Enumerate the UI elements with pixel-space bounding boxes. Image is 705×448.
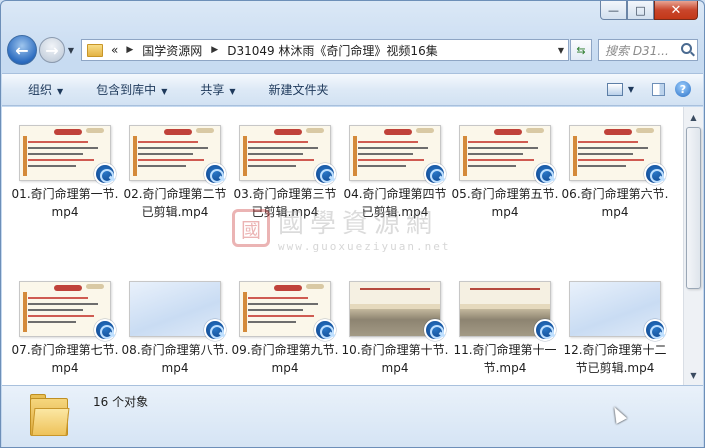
back-arrow-icon: ← <box>15 40 29 60</box>
minimize-button[interactable]: — <box>600 1 627 20</box>
explorer-window: — □ ✕ ← → ▼ « ▶ 国学资源网 ▶ D31049 林沐雨《奇门命理》… <box>0 0 705 448</box>
media-player-icon <box>314 163 336 185</box>
file-name: 05.奇门命理第五节.mp4 <box>451 187 559 219</box>
file-item[interactable]: 10.奇门命理第十节.mp4 <box>340 277 450 385</box>
search-placeholder: 搜索 D31... <box>605 43 669 58</box>
minimize-icon: — <box>608 3 619 17</box>
folder-icon <box>30 394 70 438</box>
scroll-down-button[interactable]: ▼ <box>686 367 701 383</box>
file-item[interactable]: 01.奇门命理第一节.mp4 <box>10 121 120 277</box>
forward-button[interactable]: → <box>39 37 65 63</box>
new-folder-button[interactable]: 新建文件夹 <box>269 81 329 98</box>
search-icon[interactable] <box>681 43 692 54</box>
change-view-icon[interactable] <box>606 82 623 96</box>
item-count: 16 个对象 <box>93 395 149 409</box>
vertical-scrollbar[interactable]: ▲ ▼ <box>683 107 703 385</box>
file-item[interactable]: 09.奇门命理第九节.mp4 <box>230 277 340 385</box>
chevron-down-icon: ▼ <box>229 87 236 96</box>
file-list-area: 01.奇门命理第一节.mp4 02.奇门命理第二节已剪辑.mp4 03.奇门命理第三… <box>2 107 683 385</box>
scroll-thumb[interactable] <box>686 127 701 289</box>
view-controls: ▼ ? <box>606 81 691 97</box>
media-player-icon <box>204 163 226 185</box>
file-item[interactable]: 06.奇门命理第六节.mp4 <box>560 121 670 277</box>
share-menu[interactable]: 共享 ▼ <box>200 81 235 98</box>
file-item[interactable]: 02.奇门命理第二节已剪辑.mp4 <box>120 121 230 277</box>
file-item[interactable]: 04.奇门命理第四节已剪辑.mp4 <box>340 121 450 277</box>
refresh-button[interactable]: ⇆ <box>570 39 592 61</box>
close-button[interactable]: ✕ <box>654 1 698 20</box>
media-player-icon <box>644 163 666 185</box>
address-dropdown[interactable]: ▼ <box>558 46 564 55</box>
media-player-icon <box>534 163 556 185</box>
organize-label: 组织 <box>28 83 53 97</box>
chevron-down-icon: ▼ <box>57 87 64 96</box>
include-in-library-menu[interactable]: 包含到库中 ▼ <box>96 81 167 98</box>
refresh-icon: ⇆ <box>576 43 586 57</box>
chevron-down-icon: ▼ <box>161 87 168 96</box>
breadcrumb: « ▶ 国学资源网 ▶ D31049 林沐雨《奇门命理》视频16集 <box>111 42 438 59</box>
view-options-dropdown[interactable]: ▼ <box>628 85 634 94</box>
caption-buttons: — □ ✕ <box>600 1 698 21</box>
file-item[interactable]: 07.奇门命理第七节.mp4 <box>10 277 120 385</box>
search-input[interactable]: 搜索 D31... <box>598 39 698 61</box>
file-item[interactable]: 05.奇门命理第五节.mp4 <box>450 121 560 277</box>
breadcrumb-item-guoxue[interactable]: 国学资源网 <box>142 42 202 59</box>
file-name: 09.奇门命理第九节.mp4 <box>231 343 339 375</box>
maximize-icon: □ <box>635 3 646 17</box>
file-name: 04.奇门命理第四节已剪辑.mp4 <box>343 187 447 219</box>
file-item[interactable]: 12.奇门命理第十二节已剪辑.mp4 <box>560 277 670 385</box>
media-player-icon <box>314 319 336 341</box>
media-player-icon <box>534 319 556 341</box>
file-name: 11.奇门命理第十一节.mp4 <box>453 343 557 375</box>
file-name: 01.奇门命理第一节.mp4 <box>11 187 119 219</box>
file-name: 07.奇门命理第七节.mp4 <box>11 343 119 375</box>
help-icon[interactable]: ? <box>675 81 691 97</box>
back-button[interactable]: ← <box>7 35 37 65</box>
folder-icon <box>87 43 103 57</box>
breadcrumb-overflow[interactable]: « <box>111 43 118 57</box>
breadcrumb-separator[interactable]: ▶ <box>126 45 133 55</box>
breadcrumb-item-current-folder[interactable]: D31049 林沐雨《奇门命理》视频16集 <box>227 42 438 59</box>
command-bar: 组织 ▼ 包含到库中 ▼ 共享 ▼ 新建文件夹 ▼ ? <box>2 73 703 106</box>
file-name: 12.奇门命理第十二节已剪辑.mp4 <box>563 343 667 375</box>
file-name: 08.奇门命理第八节.mp4 <box>121 343 229 375</box>
organize-menu[interactable]: 组织 ▼ <box>28 81 63 98</box>
forward-arrow-icon: → <box>45 40 59 60</box>
file-name: 10.奇门命理第十节.mp4 <box>341 343 449 375</box>
file-item[interactable]: 03.奇门命理第三节已剪辑.mp4 <box>230 121 340 277</box>
file-item[interactable]: 11.奇门命理第十一节.mp4 <box>450 277 560 385</box>
media-player-icon <box>644 319 666 341</box>
maximize-button[interactable]: □ <box>627 1 654 20</box>
close-icon: ✕ <box>670 2 682 18</box>
breadcrumb-separator[interactable]: ▶ <box>211 45 218 55</box>
file-name: 06.奇门命理第六节.mp4 <box>561 187 669 219</box>
preview-pane-icon[interactable] <box>652 82 665 96</box>
recent-pages-dropdown[interactable]: ▼ <box>65 46 77 55</box>
media-player-icon <box>204 319 226 341</box>
file-name: 03.奇门命理第三节已剪辑.mp4 <box>233 187 337 219</box>
scroll-up-button[interactable]: ▲ <box>686 109 701 125</box>
media-player-icon <box>94 319 116 341</box>
media-player-icon <box>94 163 116 185</box>
file-name: 02.奇门命理第二节已剪辑.mp4 <box>123 187 227 219</box>
media-player-icon <box>424 163 446 185</box>
details-pane: 16 个对象 <box>2 385 703 447</box>
media-player-icon <box>424 319 446 341</box>
share-label: 共享 <box>200 83 225 97</box>
include-library-label: 包含到库中 <box>96 83 157 97</box>
address-bar[interactable]: « ▶ 国学资源网 ▶ D31049 林沐雨《奇门命理》视频16集 ▼ <box>81 39 569 61</box>
file-grid: 01.奇门命理第一节.mp4 02.奇门命理第二节已剪辑.mp4 03.奇门命理第三… <box>10 121 670 385</box>
navigation-bar: ← → ▼ « ▶ 国学资源网 ▶ D31049 林沐雨《奇门命理》视频16集 … <box>7 33 698 67</box>
file-item[interactable]: 08.奇门命理第八节.mp4 <box>120 277 230 385</box>
mouse-cursor-icon <box>608 404 628 424</box>
